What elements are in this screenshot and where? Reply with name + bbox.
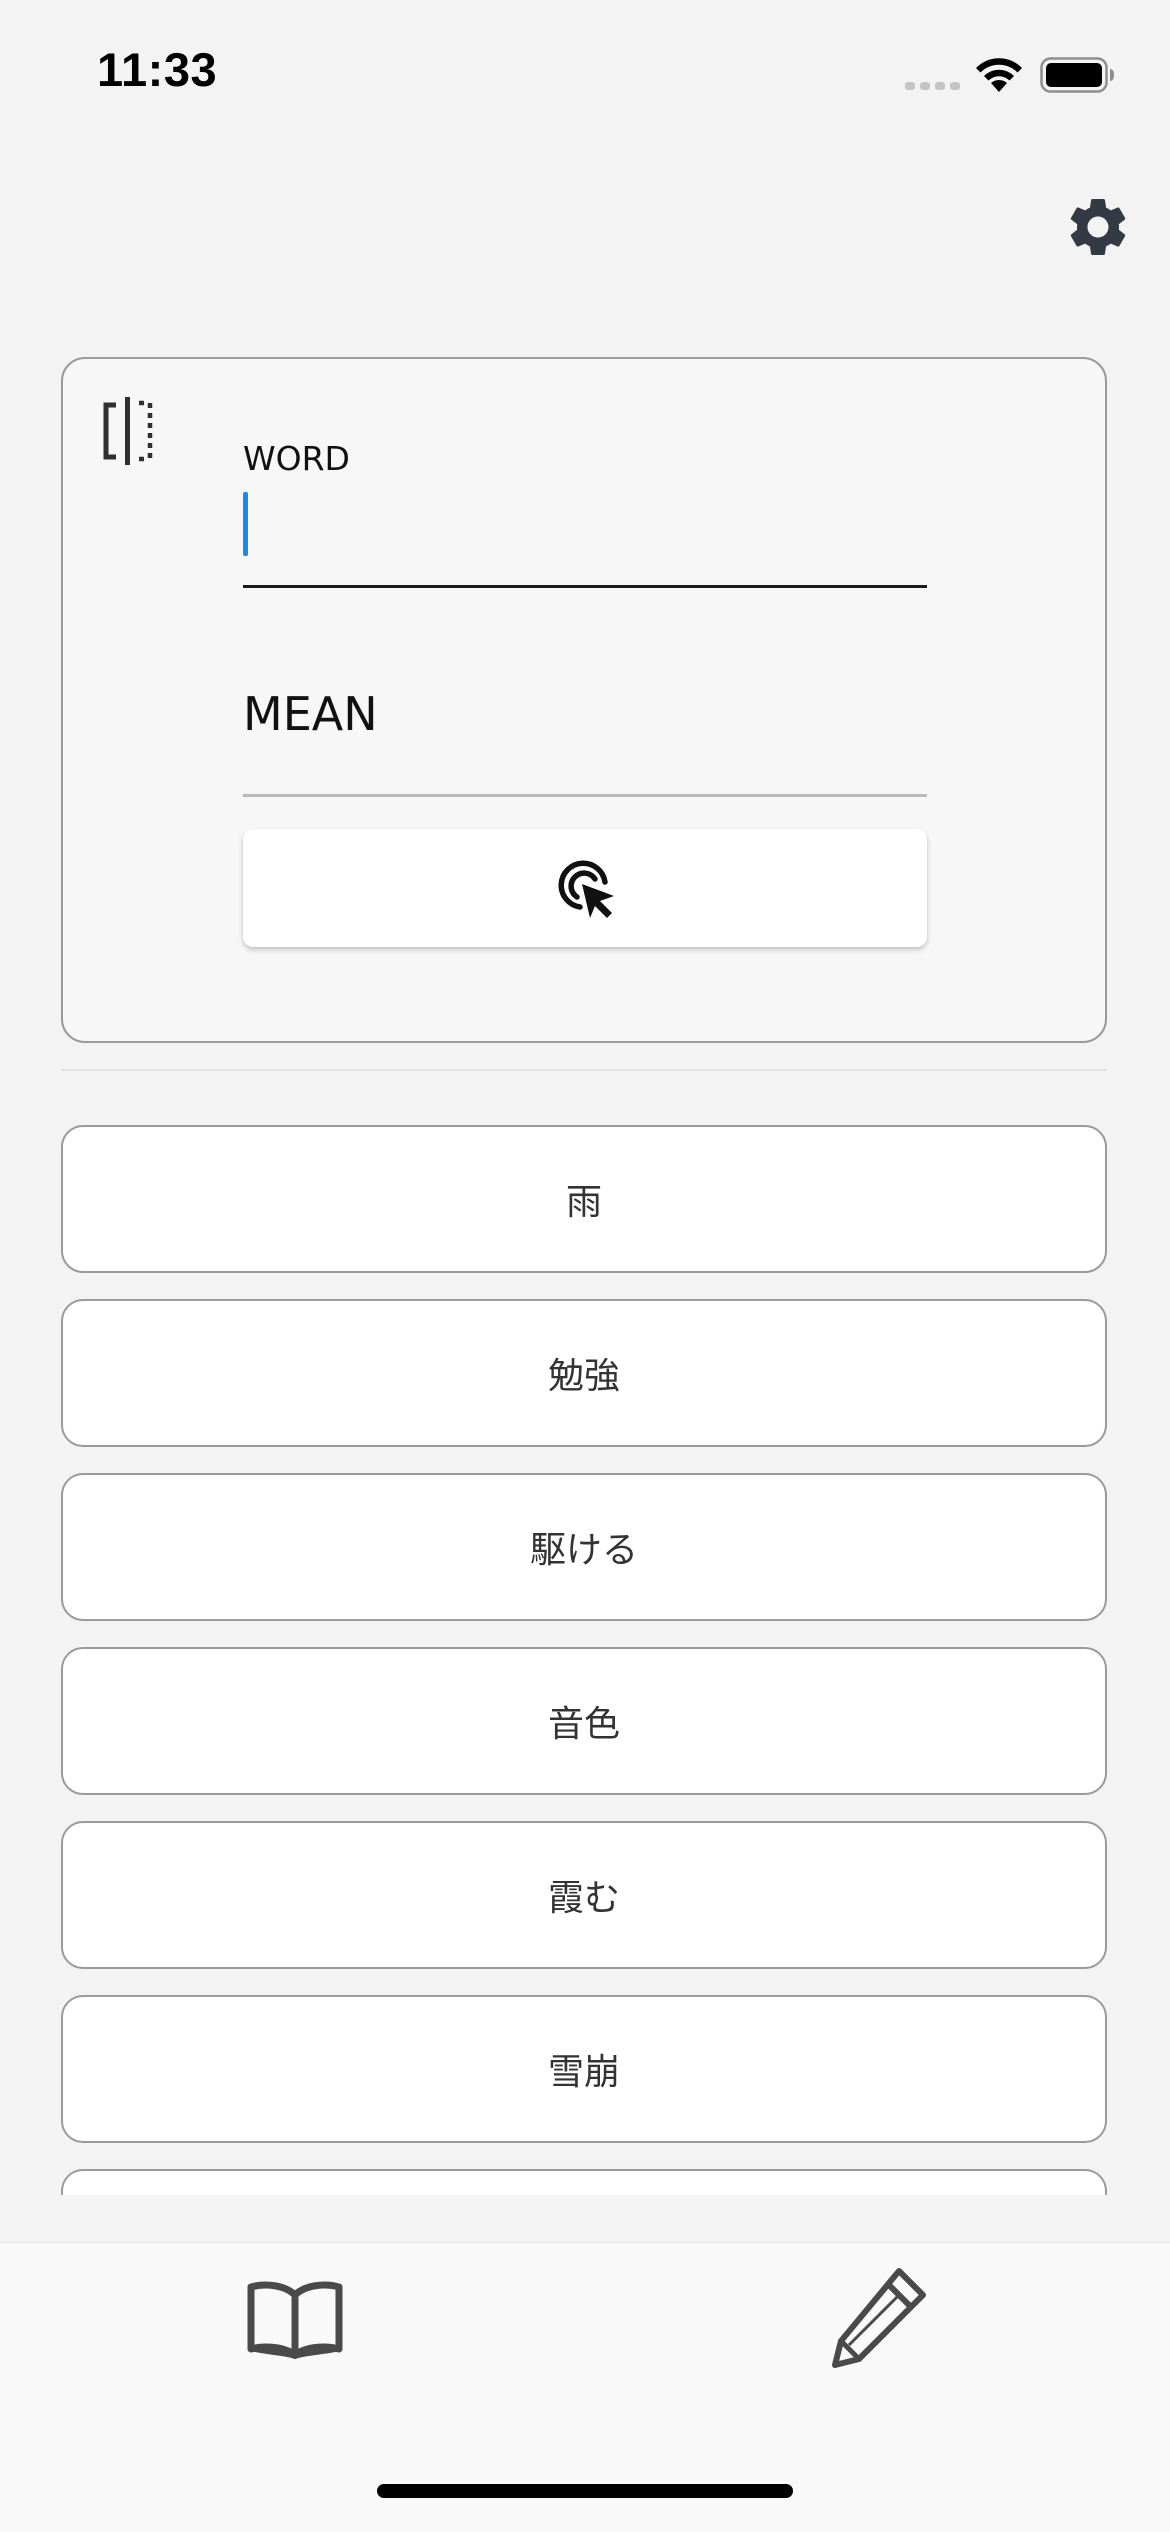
wifi-icon bbox=[976, 58, 1022, 92]
word-list-item[interactable] bbox=[61, 2169, 1107, 2195]
word-input[interactable] bbox=[243, 487, 927, 547]
mean-input-underline bbox=[243, 794, 927, 797]
word-entry-card: WORD bbox=[61, 357, 1107, 1043]
word-input-underline bbox=[243, 585, 927, 588]
gear-icon bbox=[1070, 198, 1126, 255]
settings-button[interactable] bbox=[1063, 192, 1133, 262]
section-divider bbox=[61, 1069, 1107, 1071]
word-list-item[interactable]: 霞む bbox=[61, 1821, 1107, 1969]
nav-edit-tab[interactable] bbox=[827, 2263, 937, 2373]
mean-input[interactable] bbox=[243, 669, 927, 759]
flip-horizontal-icon bbox=[103, 397, 153, 465]
pencil-icon bbox=[832, 2268, 926, 2368]
text-caret bbox=[243, 492, 248, 556]
home-indicator[interactable] bbox=[377, 2484, 793, 2498]
word-list-item-label: 勉強 bbox=[547, 1356, 620, 1397]
cellular-signal-icon bbox=[905, 82, 960, 90]
add-word-button[interactable] bbox=[243, 829, 927, 947]
battery-icon bbox=[1040, 57, 1114, 93]
nav-dictionary-tab[interactable] bbox=[245, 2273, 345, 2363]
word-list[interactable]: 雨 勉強 駆ける 音色 霞む 雪崩 bbox=[0, 1120, 1170, 2195]
word-list-item-label: 霞む bbox=[547, 1878, 620, 1919]
word-list-item[interactable]: 音色 bbox=[61, 1647, 1107, 1795]
open-book-icon bbox=[247, 2281, 343, 2360]
word-list-item-label: 駆ける bbox=[529, 1530, 638, 1571]
word-list-item[interactable]: 雪崩 bbox=[61, 1995, 1107, 2143]
word-field-label: WORD bbox=[243, 439, 350, 478]
word-list-item[interactable]: 雨 bbox=[61, 1125, 1107, 1273]
status-time: 11:33 bbox=[97, 43, 218, 96]
status-bar: 11:33 bbox=[0, 0, 1170, 140]
word-list-item-label: 音色 bbox=[547, 1704, 620, 1745]
flip-button[interactable] bbox=[102, 397, 172, 467]
word-list-item[interactable]: 勉強 bbox=[61, 1299, 1107, 1447]
cursor-click-icon bbox=[558, 860, 614, 918]
word-list-item[interactable]: 駆ける bbox=[61, 1473, 1107, 1621]
word-list-item-label: 雪崩 bbox=[547, 2052, 620, 2093]
word-list-item-label: 雨 bbox=[565, 1182, 602, 1223]
